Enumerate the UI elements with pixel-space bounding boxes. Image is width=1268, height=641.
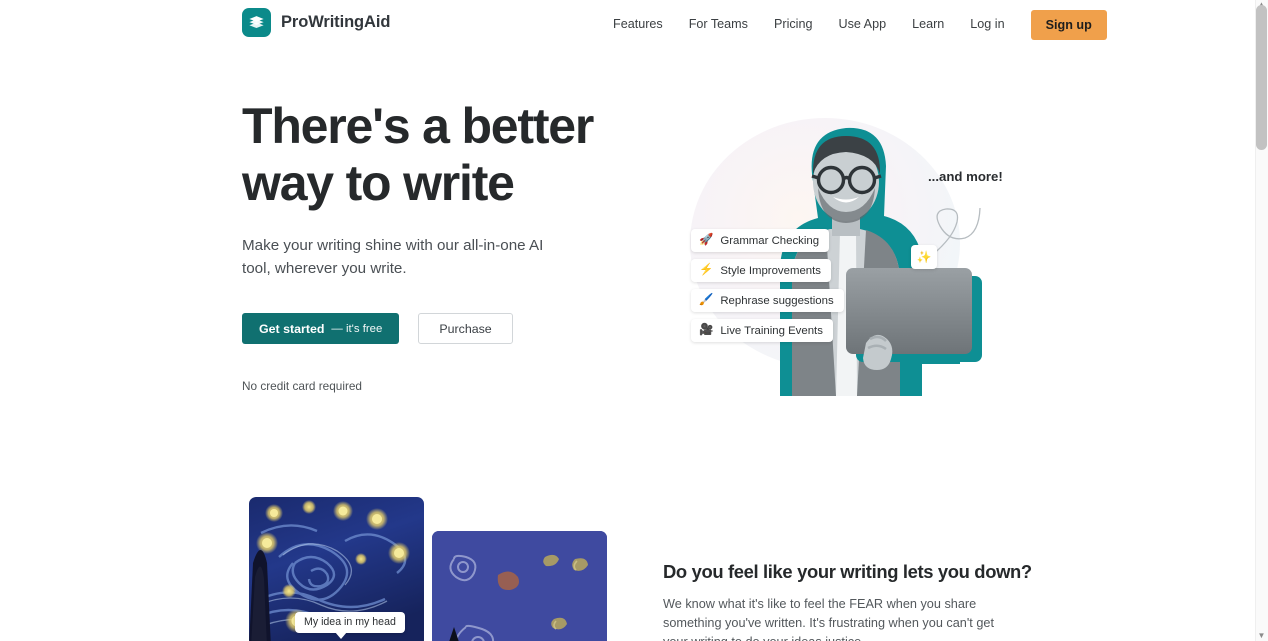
feature-pill-live-training-events: 🎥 Live Training Events [691, 319, 833, 342]
nav-link-use-app[interactable]: Use App [825, 12, 899, 37]
hero-section: There's a better way to write Make your … [242, 98, 602, 393]
hero-title-line-1: There's a better [242, 98, 594, 154]
page-title: There's a better way to write [242, 98, 602, 212]
nav-link-log-in[interactable]: Log in [957, 12, 1017, 37]
brand-logo-link[interactable]: ProWritingAid [242, 8, 390, 37]
hero-cta-group: Get started — it's free Purchase [242, 313, 602, 344]
hero-title-line-2: way to write [242, 155, 515, 211]
nav-link-features[interactable]: Features [600, 12, 676, 37]
nav-link-pricing[interactable]: Pricing [761, 12, 826, 37]
sign-up-button[interactable]: Sign up [1030, 9, 1107, 40]
scroll-down-arrow-icon[interactable]: ▼ [1257, 631, 1266, 640]
brand-name: ProWritingAid [281, 13, 391, 31]
hero-subtitle: Make your writing shine with our all-in-… [242, 237, 544, 277]
book-logo-icon [242, 8, 271, 37]
rocket-icon: 🚀 [699, 233, 714, 246]
video-camera-icon: 🎥 [699, 323, 714, 336]
get-started-free-note: — it's free [331, 322, 383, 335]
feature-pill-label: Live Training Events [720, 324, 823, 337]
feature-pill-label: Rephrase suggestions [720, 294, 834, 307]
get-started-button[interactable]: Get started — it's free [242, 313, 400, 344]
kid-drawing-canvas [432, 531, 607, 641]
page-root: ProWritingAid Features For Teams Pricing… [0, 0, 1268, 641]
hero-illustration: ...and more! ✨ 🚀 Grammar Checking ⚡ Styl… [660, 96, 1010, 396]
purchase-button[interactable]: Purchase [418, 313, 513, 344]
feature-pill-grammar-checking: 🚀 Grammar Checking [691, 229, 830, 252]
lower-section-title: Do you feel like your writing lets you d… [663, 561, 1032, 582]
feature-pill-rephrase-suggestions: 🖌️ Rephrase suggestions [691, 289, 844, 312]
lower-copy-block: Do you feel like your writing lets you d… [663, 561, 1032, 641]
main-navigation: Features For Teams Pricing Use App Learn… [600, 9, 1107, 40]
vertical-scrollbar[interactable]: ▲ ▼ [1255, 0, 1268, 641]
idea-in-my-head-label: My idea in my head [295, 612, 405, 639]
scrollbar-thumb[interactable] [1256, 5, 1267, 150]
nav-link-learn[interactable]: Learn [899, 12, 957, 37]
get-started-label: Get started [259, 321, 325, 336]
site-header: ProWritingAid Features For Teams Pricing… [0, 0, 1255, 48]
lower-section-body: We know what it's like to feel the FEAR … [663, 597, 994, 641]
feature-pill-style-improvements: ⚡ Style Improvements [691, 259, 831, 282]
feature-pill-label: Grammar Checking [720, 234, 820, 247]
lightning-icon: ⚡ [699, 263, 714, 276]
and-more-label: ...and more! [928, 169, 1003, 184]
sparkle-badge-icon: ✨ [911, 245, 937, 269]
lower-illustration: My idea in my head [249, 497, 639, 641]
kid-drawing-svg [432, 531, 607, 641]
paintbrush-icon: 🖌️ [699, 293, 714, 306]
no-credit-card-note: No credit card required [242, 379, 362, 393]
feature-pill-label: Style Improvements [720, 264, 821, 277]
nav-link-for-teams[interactable]: For Teams [676, 12, 761, 37]
